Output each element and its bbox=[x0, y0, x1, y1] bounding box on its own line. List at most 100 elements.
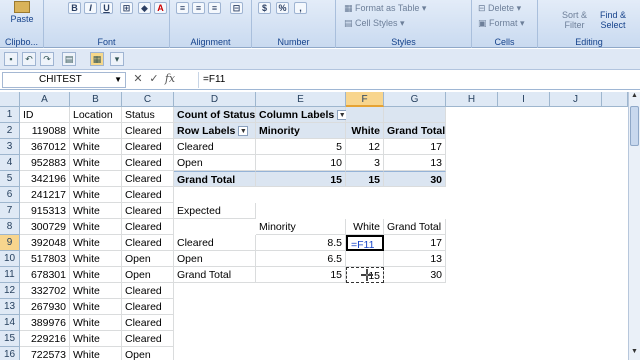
row-header-4[interactable]: 4 bbox=[0, 155, 20, 171]
cell-c3[interactable]: Cleared bbox=[122, 139, 174, 155]
pivot-total-total[interactable]: 30 bbox=[384, 171, 446, 187]
column-header-d[interactable]: D bbox=[174, 92, 256, 107]
pivot-col-white[interactable]: White bbox=[346, 123, 384, 139]
cell-b16[interactable]: White bbox=[70, 347, 122, 360]
column-header-i[interactable]: I bbox=[498, 92, 550, 107]
row-header-5[interactable]: 5 bbox=[0, 171, 20, 187]
cell-a16[interactable]: 722573 bbox=[20, 347, 70, 360]
cell-b6[interactable]: White bbox=[70, 187, 122, 203]
cell-a13[interactable]: 267930 bbox=[20, 299, 70, 315]
cell-b4[interactable]: White bbox=[70, 155, 122, 171]
name-box[interactable]: CHITEST ▼ bbox=[2, 72, 126, 88]
column-header-c[interactable]: C bbox=[122, 92, 174, 107]
row-header-10[interactable]: 10 bbox=[0, 251, 20, 267]
pivot-column-labels[interactable]: Column Labels ▼ bbox=[256, 107, 348, 123]
cell-b13[interactable]: White bbox=[70, 299, 122, 315]
expected-row-open[interactable]: Open bbox=[174, 251, 256, 267]
cell-a3[interactable]: 367012 bbox=[20, 139, 70, 155]
align-center-icon[interactable]: ≡ bbox=[192, 2, 205, 14]
cell-b1[interactable]: Location bbox=[70, 107, 122, 123]
cell-a12[interactable]: 332702 bbox=[20, 283, 70, 299]
cell-b15[interactable]: White bbox=[70, 331, 122, 347]
row-header-14[interactable]: 14 bbox=[0, 315, 20, 331]
cancel-icon[interactable]: ✕ bbox=[130, 72, 146, 85]
cell-b3[interactable]: White bbox=[70, 139, 122, 155]
cell-c14[interactable]: Cleared bbox=[122, 315, 174, 331]
row-header-6[interactable]: 6 bbox=[0, 187, 20, 203]
expected-cleared-total[interactable]: 17 bbox=[384, 235, 446, 251]
cell-c7[interactable]: Cleared bbox=[122, 203, 174, 219]
cell-b9[interactable]: White bbox=[70, 235, 122, 251]
expected-title[interactable]: Expected bbox=[174, 203, 256, 219]
format-as-table-button[interactable]: ▦ Format as Table ▾ bbox=[344, 3, 426, 14]
column-header-k[interactable] bbox=[602, 92, 628, 107]
vertical-scrollbar[interactable]: ▲ ▼ bbox=[628, 92, 640, 360]
cell-b11[interactable]: White bbox=[70, 267, 122, 283]
cell-b7[interactable]: White bbox=[70, 203, 122, 219]
row-header-11[interactable]: 11 bbox=[0, 267, 20, 283]
filter-dropdown-icon[interactable]: ▼ bbox=[238, 126, 249, 137]
cell-c5[interactable]: Cleared bbox=[122, 171, 174, 187]
font-color-icon[interactable]: A bbox=[154, 2, 167, 14]
cell-c11[interactable]: Open bbox=[122, 267, 174, 283]
column-header-e[interactable]: E bbox=[256, 92, 346, 107]
pivot-total-minority[interactable]: 15 bbox=[256, 171, 346, 187]
paste-button[interactable]: Paste bbox=[6, 1, 38, 31]
cell-c1[interactable]: Status bbox=[122, 107, 174, 123]
pivot-cleared-minority[interactable]: 5 bbox=[256, 139, 346, 155]
formula-input[interactable]: =F11 bbox=[198, 72, 626, 88]
pivot-open-total[interactable]: 13 bbox=[384, 155, 446, 171]
pivot-open-minority[interactable]: 10 bbox=[256, 155, 346, 171]
column-header-b[interactable]: B bbox=[70, 92, 122, 107]
enter-icon[interactable]: ✓ bbox=[146, 72, 162, 85]
pivot-row-open[interactable]: Open bbox=[174, 155, 256, 171]
currency-icon[interactable]: $ bbox=[258, 2, 271, 14]
find-select-button[interactable]: Find & Select bbox=[600, 10, 626, 30]
select-all-corner[interactable] bbox=[0, 92, 20, 107]
pivot-total-white[interactable]: 15 bbox=[346, 171, 384, 187]
save-icon[interactable]: ▪ bbox=[4, 52, 18, 66]
italic-icon[interactable]: I bbox=[84, 2, 97, 14]
expected-row-cleared[interactable]: Cleared bbox=[174, 235, 256, 251]
scroll-thumb[interactable] bbox=[630, 106, 639, 146]
row-header-15[interactable]: 15 bbox=[0, 331, 20, 347]
bold-icon[interactable]: B bbox=[68, 2, 81, 14]
pivot-header-g1[interactable] bbox=[384, 107, 446, 123]
scroll-up-icon[interactable]: ▲ bbox=[629, 92, 640, 104]
pivot-col-minority[interactable]: Minority bbox=[256, 123, 346, 139]
cell-c12[interactable]: Cleared bbox=[122, 283, 174, 299]
row-header-7[interactable]: 7 bbox=[0, 203, 20, 219]
pivot-open-white[interactable]: 3 bbox=[346, 155, 384, 171]
expected-open-minority[interactable]: 6.5 bbox=[256, 251, 346, 267]
merge-center-icon[interactable]: ⊟ bbox=[230, 2, 243, 14]
cell-a8[interactable]: 300729 bbox=[20, 219, 70, 235]
undo-icon[interactable]: ↶ bbox=[22, 52, 36, 66]
cell-a4[interactable]: 952883 bbox=[20, 155, 70, 171]
underline-icon[interactable]: U bbox=[100, 2, 113, 14]
fill-color-icon[interactable]: ◆ bbox=[138, 2, 151, 14]
cell-c2[interactable]: Cleared bbox=[122, 123, 174, 139]
expected-cleared-minority[interactable]: 8.5 bbox=[256, 235, 346, 251]
cell-c4[interactable]: Cleared bbox=[122, 155, 174, 171]
cell-a6[interactable]: 241217 bbox=[20, 187, 70, 203]
delete-button[interactable]: ⊟ Delete ▾ bbox=[478, 3, 521, 14]
pivot-col-grand-total[interactable]: Grand Total bbox=[384, 123, 446, 139]
column-header-g[interactable]: G bbox=[384, 92, 446, 107]
redo-icon[interactable]: ↷ bbox=[40, 52, 54, 66]
expected-total-minority[interactable]: 15 bbox=[256, 267, 346, 283]
pivot-value-field[interactable]: Count of Status bbox=[174, 107, 256, 123]
align-right-icon[interactable]: ≡ bbox=[208, 2, 221, 14]
cell-a1[interactable]: ID bbox=[20, 107, 70, 123]
cell-a10[interactable]: 517803 bbox=[20, 251, 70, 267]
cell-a9[interactable]: 392048 bbox=[20, 235, 70, 251]
row-header-3[interactable]: 3 bbox=[0, 139, 20, 155]
cell-b14[interactable]: White bbox=[70, 315, 122, 331]
row-header-12[interactable]: 12 bbox=[0, 283, 20, 299]
cell-b5[interactable]: White bbox=[70, 171, 122, 187]
cell-b12[interactable]: White bbox=[70, 283, 122, 299]
expected-col-grand-total[interactable]: Grand Total bbox=[384, 219, 446, 235]
pivot-row-cleared[interactable]: Cleared bbox=[174, 139, 256, 155]
row-header-16[interactable]: 16 bbox=[0, 347, 20, 360]
column-header-j[interactable]: J bbox=[550, 92, 602, 107]
insert-function-icon[interactable]: fx bbox=[162, 72, 178, 85]
